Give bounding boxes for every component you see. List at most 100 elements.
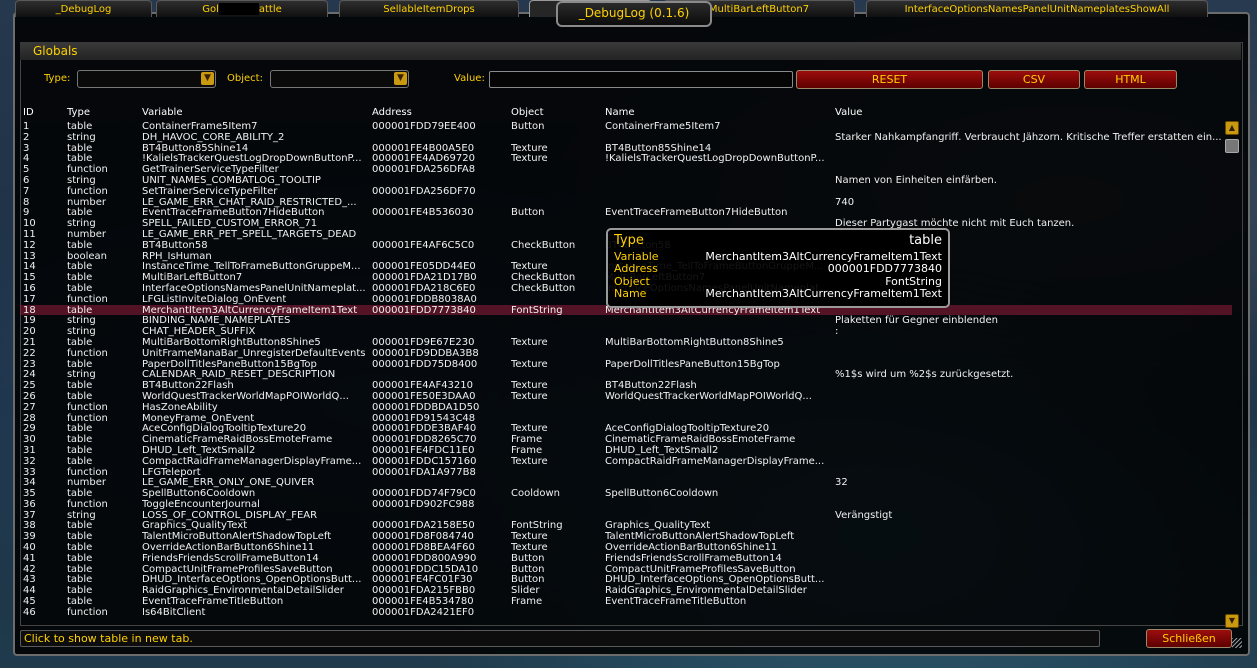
table-row[interactable]: 33 function LFGTeleport 000001FDA1A977B8 bbox=[20, 467, 1232, 478]
table-row[interactable]: 44 table RaidGraphics_EnvironmentalDetailS… bbox=[20, 585, 1232, 596]
table-row[interactable]: 31 table DHUD_Left_TextSmall2 000001FE4FDC1… bbox=[20, 445, 1232, 456]
row-id: 14 bbox=[23, 261, 36, 273]
table-row[interactable]: 39 table TalentMicroButtonAlertShadowTopLe… bbox=[20, 531, 1232, 542]
row-address: 000001FDD75D8400 bbox=[372, 358, 478, 370]
col-header-type[interactable]: Type bbox=[67, 107, 90, 118]
html-button[interactable]: HTML bbox=[1084, 70, 1177, 89]
row-type: table bbox=[67, 531, 93, 543]
table-row[interactable]: 6 string UNIT_NAMES_COMBATLOG_TOOLTIP Namen… bbox=[20, 175, 1232, 186]
row-type: table bbox=[67, 261, 93, 273]
table-row[interactable]: 42 table CompactUnitFrameProfilesSaveButto… bbox=[20, 564, 1232, 575]
table-row[interactable]: 22 function UnitFrameManaBar_UnregisterDef… bbox=[20, 348, 1232, 359]
tooltip-type-value: table bbox=[909, 233, 942, 248]
row-name: CompactUnitFrameProfilesSaveButton bbox=[605, 563, 796, 575]
table-row[interactable]: 4 table !KalielsTrackerQuestLogDropDownBut… bbox=[20, 153, 1232, 164]
col-header-id[interactable]: ID bbox=[23, 107, 34, 118]
row-address: 000001FDD800A990 bbox=[372, 552, 477, 564]
tab-interfaceoptionsnamespanelunitnameplatesshowall[interactable]: InterfaceOptionsNamesPanelUnitNameplates… bbox=[866, 0, 1208, 17]
row-object: FontString bbox=[511, 304, 563, 316]
table-row[interactable]: 43 table DHUD_InterfaceOptions_OpenOptions… bbox=[20, 574, 1232, 585]
table-row[interactable]: 27 function HasZoneAbility 000001FDDBDA1D50 bbox=[20, 402, 1232, 413]
table-row[interactable]: 7 function SetTrainerServiceTypeFilter 0000… bbox=[20, 186, 1232, 197]
section-header: Globals bbox=[20, 42, 1241, 60]
table-row[interactable]: 9 table EventTraceFrameButton7HideButton 00… bbox=[20, 207, 1232, 218]
table-row[interactable]: 40 table OverrideActionBarButton6Shine11 00… bbox=[20, 542, 1232, 553]
scroll-down-icon[interactable]: ▼ bbox=[1225, 614, 1239, 628]
object-dropdown[interactable]: ▼ bbox=[270, 70, 409, 88]
row-object: Button bbox=[511, 563, 545, 575]
table-row[interactable]: 28 function MoneyFrame_OnEvent 000001FD9154… bbox=[20, 413, 1232, 424]
table-row[interactable]: 29 table AceConfigDialogTooltipTexture20 00… bbox=[20, 423, 1232, 434]
table-row[interactable]: 3 table BT4Button85Shine14 000001FE4B00A5E0… bbox=[20, 143, 1232, 154]
row-address: 000001FE4AF43210 bbox=[372, 380, 474, 392]
tab-label: MultiBarLeftButton7 bbox=[708, 4, 810, 15]
table-row[interactable]: 24 string CALENDAR_RAID_RESET_DESCRIPTION%… bbox=[20, 369, 1232, 380]
resize-grip-icon[interactable] bbox=[1232, 638, 1242, 648]
col-header-object[interactable]: Object bbox=[511, 107, 544, 118]
tooltip-type-key: Type bbox=[614, 233, 644, 248]
table-row[interactable]: 1 table ContainerFrame5Item7 000001FDD79EE4… bbox=[20, 121, 1232, 132]
table-row[interactable]: 19 string BINDING_NAME_NAMEPLATES Plaketten… bbox=[20, 315, 1232, 326]
col-header-variable[interactable]: Variable bbox=[142, 107, 183, 118]
scroll-up-icon[interactable]: ▲ bbox=[1225, 121, 1239, 135]
row-id: 19 bbox=[23, 315, 36, 327]
table-row[interactable]: 36 function ToggleEncounterJournal 000001FD… bbox=[20, 499, 1232, 510]
row-variable: MoneyFrame_OnEvent bbox=[142, 412, 255, 424]
table-row[interactable]: 21 table MultiBarBottomRightButton8Shine5 0… bbox=[20, 337, 1232, 348]
row-variable: HasZoneAbility bbox=[142, 401, 218, 413]
table-row[interactable]: 2 string DH_HAVOC_CORE_ABILITY_2 Starker Na… bbox=[20, 132, 1232, 143]
table-row[interactable]: 25 table BT4Button22Flash 000001FE4AF43210 T… bbox=[20, 380, 1232, 391]
table-scrollbar[interactable]: ▲ ▼ bbox=[1225, 121, 1239, 628]
close-button[interactable]: Schließen bbox=[1146, 629, 1232, 648]
table-row[interactable]: 34 number LE_GAME_ERR_ONLY_ONE_QUIVER 32 bbox=[20, 477, 1232, 488]
row-variable: BINDING_NAME_NAMEPLATES bbox=[142, 315, 291, 327]
table-row[interactable]: 32 table CompactRaidFrameManagerDisplayFra… bbox=[20, 456, 1232, 467]
value-input[interactable] bbox=[489, 71, 793, 88]
status-text: Click to show table in new tab. bbox=[24, 632, 193, 645]
table-row[interactable]: 23 table PaperDollTitlesPaneButton15BgTop 0… bbox=[20, 359, 1232, 370]
row-address: 000001FDD74F79C0 bbox=[372, 488, 476, 500]
row-name: !KalielsTrackerQuestLogDropDownButtonP..… bbox=[605, 153, 825, 165]
table-row[interactable]: 35 table SpellButton6Cooldown 000001FDD74F7… bbox=[20, 488, 1232, 499]
tab-gol[interactable]: Gol attle bbox=[156, 0, 328, 17]
row-type: table bbox=[67, 596, 93, 608]
row-address: 000001FDA2421EF0 bbox=[372, 606, 475, 618]
row-address: 000001FD9DDBA3B8 bbox=[372, 347, 479, 359]
col-header-name[interactable]: Name bbox=[605, 107, 635, 118]
row-type: function bbox=[67, 293, 108, 305]
row-variable: LE_GAME_ERR_PET_SPELL_TARGETS_DEAD bbox=[142, 228, 357, 240]
row-name: EventTraceFrameButton7HideButton bbox=[605, 207, 788, 219]
row-type: table bbox=[67, 455, 93, 467]
row-address: 000001FE4AD69720 bbox=[372, 153, 475, 165]
csv-button[interactable]: CSV bbox=[988, 70, 1080, 89]
type-dropdown[interactable]: ▼ bbox=[77, 70, 216, 88]
row-address: 000001FDDB8038A0 bbox=[372, 293, 477, 305]
dropdown-arrow-icon[interactable]: ▼ bbox=[394, 72, 407, 85]
col-header-address[interactable]: Address bbox=[372, 107, 412, 118]
row-address: 000001FE05DD44E0 bbox=[372, 261, 476, 273]
table-row[interactable]: 41 table FriendsFriendsScrollFrameButton14… bbox=[20, 553, 1232, 564]
row-type: table bbox=[67, 207, 93, 219]
tab--debuglog[interactable]: _DebugLog bbox=[15, 0, 152, 17]
dropdown-arrow-icon[interactable]: ▼ bbox=[201, 72, 214, 85]
table-row[interactable]: 8 number LE_GAME_ERR_CHAT_RAID_RESTRICTED_… bbox=[20, 197, 1232, 208]
tab-sellableitemdrops[interactable]: SellableItemDrops bbox=[339, 0, 519, 17]
row-id: 9 bbox=[23, 207, 30, 219]
table-row[interactable]: 30 table CinematicFrameRaidBossEmoteFrame 0… bbox=[20, 434, 1232, 445]
table-row[interactable]: 37 string LOSS_OF_CONTROL_DISPLAY_FEAR Verä… bbox=[20, 510, 1232, 521]
table-row[interactable]: 20 string CHAT_HEADER_SUFFIX: bbox=[20, 326, 1232, 337]
row-id: 1 bbox=[23, 121, 30, 132]
row-name: MultiBarBottomRightButton8Shine5 bbox=[605, 336, 784, 348]
row-type: table bbox=[67, 304, 93, 316]
window-title[interactable]: _DebugLog (0.1.6) bbox=[556, 1, 712, 27]
table-row[interactable]: 5 function GetTrainerServiceTypeFilter 0000… bbox=[20, 164, 1232, 175]
scroll-thumb[interactable] bbox=[1225, 139, 1239, 153]
table-row[interactable]: 46 function Is64BitClient 000001FDA2421EF0 bbox=[20, 607, 1232, 618]
table-row[interactable]: 45 table EventTraceFrameTitleButton 000001F… bbox=[20, 596, 1232, 607]
reset-button[interactable]: RESET bbox=[796, 70, 983, 89]
row-type: table bbox=[67, 488, 93, 500]
col-header-value[interactable]: Value bbox=[835, 107, 862, 118]
table-row[interactable]: 26 table WorldQuestTrackerWorldMapPOIWorld… bbox=[20, 391, 1232, 402]
tab-label: _DebugLog bbox=[55, 4, 112, 15]
table-row[interactable]: 38 table Graphics_QualityText 000001FDA2158… bbox=[20, 520, 1232, 531]
